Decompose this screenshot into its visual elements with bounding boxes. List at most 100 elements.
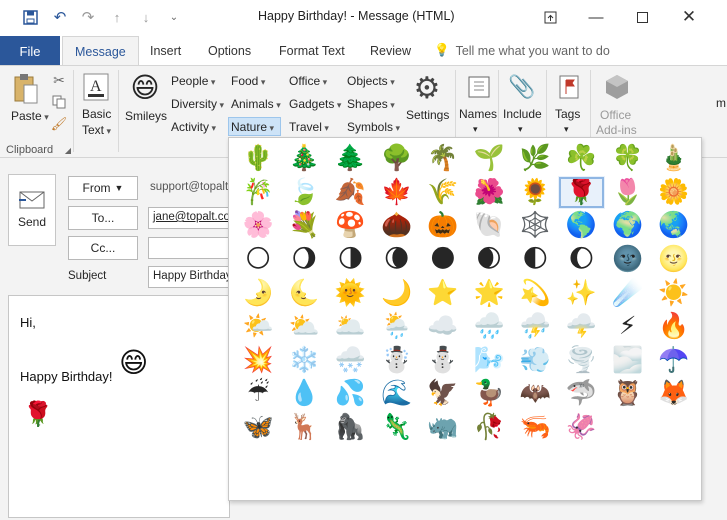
to-field[interactable]: jane@topalt.com	[148, 207, 230, 229]
tab-message[interactable]: Message	[62, 36, 139, 66]
emoji-cell[interactable]: 🦇	[512, 377, 558, 411]
emoji-cell[interactable]: ☔	[235, 377, 281, 411]
emoji-cell[interactable]: 🌛	[235, 276, 281, 310]
category-gadgets[interactable]: Gadgets	[289, 97, 341, 111]
emoji-cell[interactable]: 🌥️	[327, 310, 373, 344]
tab-insert[interactable]: Insert	[148, 36, 183, 66]
category-activity[interactable]: Activity	[171, 120, 216, 134]
emoji-cell[interactable]: 🍁	[374, 176, 420, 210]
emoji-cell[interactable]: 🥀	[466, 411, 512, 445]
tab-format-text[interactable]: Format Text	[277, 36, 347, 66]
basic-text-icon[interactable]: A	[82, 72, 110, 102]
emoji-cell[interactable]: ⚡	[605, 310, 651, 344]
emoji-cell[interactable]: ☂️	[651, 344, 697, 378]
smileys-button[interactable]: Smileys	[125, 109, 167, 123]
category-travel[interactable]: Travel	[289, 120, 329, 134]
cc-field[interactable]	[148, 237, 230, 259]
emoji-cell[interactable]: 🌕	[235, 243, 281, 277]
emoji-cell[interactable]: 🌲	[327, 142, 373, 176]
emoji-cell[interactable]: 🦆	[466, 377, 512, 411]
emoji-cell[interactable]: 🌒	[466, 243, 512, 277]
emoji-cell[interactable]: ☀️	[651, 276, 697, 310]
emoji-cell[interactable]: 💐	[281, 209, 327, 243]
emoji-cell[interactable]: 🎍	[651, 142, 697, 176]
emoji-cell[interactable]: 🦈	[558, 377, 604, 411]
emoji-cell[interactable]: 🌊	[374, 377, 420, 411]
maximize-icon[interactable]	[622, 4, 662, 30]
emoji-cell[interactable]: 🌳	[374, 142, 420, 176]
emoji-cell[interactable]: 🦏	[420, 411, 466, 445]
tags-dropdown-icon[interactable]: ▾	[564, 124, 569, 135]
emoji-cell[interactable]: 🌖	[281, 243, 327, 277]
emoji-cell[interactable]: 🌻	[512, 176, 558, 210]
smiley-face-icon[interactable]: 😄	[128, 70, 162, 104]
emoji-cell[interactable]: 🦌	[281, 411, 327, 445]
emoji-cell[interactable]: 🐚	[466, 209, 512, 243]
emoji-cell[interactable]: ☁️	[420, 310, 466, 344]
emoji-cell[interactable]: 🌑	[420, 243, 466, 277]
emoji-cell[interactable]: 🌍	[605, 209, 651, 243]
down-arrow-icon[interactable]: ↓	[136, 7, 156, 27]
emoji-cell[interactable]: 💦	[327, 377, 373, 411]
emoji-cell[interactable]: 🎋	[235, 176, 281, 210]
emoji-cell[interactable]: ⛄	[420, 344, 466, 378]
emoji-cell[interactable]: ⛈️	[512, 310, 558, 344]
subject-field[interactable]: Happy Birthday!	[148, 266, 230, 288]
emoji-cell[interactable]: 🌜	[281, 276, 327, 310]
office-addins-icon[interactable]	[603, 72, 631, 102]
emoji-cell[interactable]: 🦋	[235, 411, 281, 445]
emoji-cell[interactable]: 🍀	[605, 142, 651, 176]
emoji-cell[interactable]: 💥	[235, 344, 281, 378]
emoji-cell[interactable]: ☄️	[605, 276, 651, 310]
emoji-cell[interactable]: 🌨️	[327, 344, 373, 378]
emoji-cell[interactable]: 🎃	[420, 209, 466, 243]
emoji-cell[interactable]: ☃️	[374, 344, 420, 378]
tab-file[interactable]: File	[0, 36, 60, 66]
category-nature[interactable]: Nature	[231, 120, 274, 134]
emoji-cell[interactable]: 🌚	[605, 243, 651, 277]
settings-button[interactable]: Settings	[406, 108, 449, 122]
emoji-cell[interactable]: 🌪️	[558, 344, 604, 378]
emoji-cell[interactable]: 🌵	[235, 142, 281, 176]
tab-review[interactable]: Review	[368, 36, 413, 66]
basic-text-button[interactable]: Text	[82, 123, 111, 137]
customize-icon[interactable]: ⌄	[164, 7, 184, 27]
emoji-cell[interactable]: 🌸	[235, 209, 281, 243]
names-dropdown-icon[interactable]: ▾	[473, 124, 478, 135]
emoji-cell[interactable]: 🕸️	[512, 209, 558, 243]
emoji-cell[interactable]: 🌿	[512, 142, 558, 176]
emoji-cell[interactable]: ☘️	[558, 142, 604, 176]
message-body[interactable]: Hi, Happy Birthday! 😄 🌹	[8, 295, 230, 518]
emoji-cell[interactable]: 🌺	[466, 176, 512, 210]
emoji-cell[interactable]: 🌔	[558, 243, 604, 277]
category-symbols[interactable]: Symbols	[347, 120, 400, 134]
emoji-cell[interactable]: ⭐	[420, 276, 466, 310]
category-objects[interactable]: Objects	[347, 74, 395, 88]
emoji-cell[interactable]: 🦅	[420, 377, 466, 411]
emoji-cell[interactable]: 🌷	[605, 176, 651, 210]
gear-icon[interactable]: ⚙	[410, 71, 444, 105]
emoji-cell[interactable]: 🌦️	[374, 310, 420, 344]
emoji-cell[interactable]: 🍂	[327, 176, 373, 210]
emoji-cell[interactable]: 🌹	[558, 175, 605, 210]
redo-icon[interactable]: ↷	[78, 7, 98, 27]
category-office[interactable]: Office	[289, 74, 327, 88]
up-arrow-icon[interactable]: ↑	[107, 7, 127, 27]
emoji-cell[interactable]: 🌬️	[466, 344, 512, 378]
emoji-cell[interactable]: 🌫️	[605, 344, 651, 378]
emoji-cell[interactable]: 🍃	[281, 176, 327, 210]
tab-options[interactable]: Options	[206, 36, 253, 66]
emoji-cell[interactable]: 🌙	[374, 276, 420, 310]
category-people[interactable]: People	[171, 74, 215, 88]
paste-button[interactable]: Paste	[11, 109, 49, 123]
emoji-cell[interactable]: ❄️	[281, 344, 327, 378]
from-button[interactable]: From ▼	[68, 176, 138, 200]
flag-icon[interactable]	[556, 72, 582, 102]
minimize-icon[interactable]: —	[576, 4, 616, 30]
emoji-cell[interactable]: 🌏	[651, 209, 697, 243]
emoji-cell[interactable]: 🌾	[420, 176, 466, 210]
address-book-icon[interactable]	[466, 74, 492, 100]
send-button[interactable]: Send	[8, 174, 56, 246]
emoji-cell[interactable]: 🌎	[558, 209, 604, 243]
save-icon[interactable]	[20, 7, 40, 27]
